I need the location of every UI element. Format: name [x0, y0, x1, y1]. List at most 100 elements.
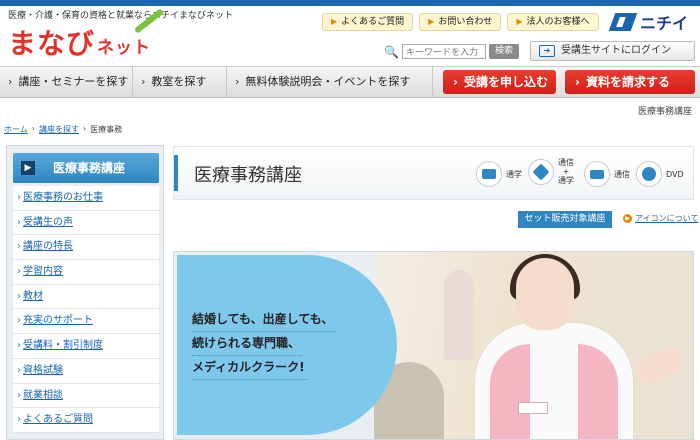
page-title: 医療事務講座 [194, 165, 302, 186]
mode-label: 通学 [506, 169, 522, 179]
mode-classroom: 通学 [476, 161, 522, 187]
search-input[interactable] [401, 44, 486, 59]
page-label: 医療事務講座 [637, 107, 692, 117]
site-logo[interactable]: まなび ネット [8, 22, 151, 62]
global-nav: › 講座・セミナーを探す › 教室を探す › 無料体験説明会・イベントを探す › 受講を… [0, 66, 700, 98]
faq-link[interactable]: ▶ よくあるご質問 [322, 13, 414, 31]
sidebar-item-support[interactable]: › 充実のサポート [13, 309, 159, 335]
chevron-right-icon: › [17, 216, 21, 228]
request-materials-label: 資料を請求する [585, 75, 670, 89]
search-button[interactable]: 検索 [488, 44, 519, 59]
arrow-right-icon: ▶ [21, 161, 35, 175]
nichii-brand-text: ニチイ [640, 14, 689, 33]
sidebar-item-label: 充実のサポート [23, 315, 93, 327]
sidebar-item-fees[interactable]: › 受講料・割引制度 [13, 334, 159, 359]
student-login-button[interactable]: ➜ 受講生サイトにログイン [530, 41, 695, 61]
hero-copy: 結婚しても、出産しても、 続けられる専門職、 メディカルクラーク! [192, 308, 336, 380]
chevron-right-icon: › [31, 124, 35, 133]
chevron-right-icon: › [575, 75, 580, 89]
sidebar-item-label: 教材 [23, 290, 43, 302]
chevron-right-icon: › [17, 241, 21, 253]
icon-about-label: アイコンについて [635, 214, 699, 223]
arrow-right-icon: ▶ [331, 17, 338, 26]
course-sidebar: ▶ 医療事務講座 › 医療事務のお仕事 › 受講生の声 › 講座の特長 › 学習内容 ›… [6, 145, 164, 440]
mode-label: 通信 [558, 158, 574, 167]
nav-item-label: 無料体験説明会・イベントを探す [245, 75, 411, 88]
arrow-right-icon: ▶ [623, 214, 632, 223]
sidebar-item-label: 就業相談 [23, 389, 63, 401]
apply-button[interactable]: › 受講を申し込む [443, 70, 556, 94]
chevron-right-icon: › [17, 315, 21, 327]
hero-person-vest [490, 344, 618, 439]
course-title-panel: 医療事務講座 通学 通信 + 通学 通信 DVD [173, 146, 694, 200]
nav-item-events[interactable]: › 無料体験説明会・イベントを探す [227, 67, 433, 97]
classroom-icon [476, 161, 502, 187]
sidebar-item-exam[interactable]: › 資格試験 [13, 358, 159, 384]
sidebar-item-curriculum[interactable]: › 学習内容 [13, 260, 159, 285]
mode-mixed: 通信 + 通学 [528, 158, 574, 185]
hero-copy-line: 続けられる専門職、 [192, 332, 303, 356]
nichii-brand-logo[interactable]: ニチイ [608, 10, 689, 34]
hero-banner: 結婚しても、出産しても、 続けられる専門職、 メディカルクラーク! [173, 251, 694, 440]
chevron-right-icon: › [17, 364, 21, 376]
set-sale-button[interactable]: セット販売対象講座 [518, 211, 612, 228]
sidebar-item-materials[interactable]: › 教材 [13, 284, 159, 310]
chevron-right-icon: › [141, 75, 146, 88]
chevron-right-icon: › [235, 75, 240, 88]
chevron-right-icon: › [82, 124, 87, 133]
sidebar-item-label: 医療事務のお仕事 [23, 192, 103, 203]
mode-correspondence: 通信 [584, 161, 630, 187]
hero-person-face [516, 258, 574, 330]
search-icon: 🔍 [384, 44, 399, 59]
chevron-right-icon: › [17, 389, 21, 401]
sidebar-item-faq[interactable]: › よくあるご質問 [13, 408, 159, 433]
sidebar-menu: › 医療事務のお仕事 › 受講生の声 › 講座の特長 › 学習内容 › 教材 › 充実のサポ… [13, 186, 159, 433]
logo-main-text: まなび [8, 27, 96, 60]
faq-link-label: よくあるご質問 [341, 17, 405, 27]
contact-link[interactable]: ▶ お問い合わせ [419, 13, 502, 31]
site-tagline: 医療・介護・保育の資格と就業ならニチイまなびネット [8, 11, 234, 21]
nav-item-classrooms[interactable]: › 教室を探す [133, 67, 227, 97]
mail-icon [584, 161, 610, 187]
contact-link-label: お問い合わせ [438, 17, 493, 27]
mode-dvd: DVD [636, 161, 684, 187]
breadcrumb: ホーム › 講座を探す › 医療事務 [4, 124, 122, 135]
login-icon: ➜ [539, 45, 555, 57]
chevron-right-icon: › [453, 75, 458, 89]
sidebar-item-label: 講座の特長 [23, 241, 73, 253]
site-search: 🔍 検索 [384, 44, 519, 59]
request-materials-button[interactable]: › 資料を請求する [565, 70, 695, 94]
breadcrumb-home[interactable]: ホーム [4, 124, 28, 135]
chevron-right-icon: › [8, 75, 13, 88]
breadcrumb-current: 医療事務 [90, 125, 123, 134]
sidebar-title-label: 医療事務講座 [53, 161, 126, 175]
chevron-right-icon: › [17, 340, 21, 352]
student-login-label: 受講生サイトにログイン [561, 45, 671, 56]
mode-mixed-label: 通信 + 通学 [558, 158, 574, 185]
top-accent-bar [0, 0, 700, 6]
sidebar-item-features[interactable]: › 講座の特長 [13, 235, 159, 261]
dvd-icon [636, 161, 662, 187]
breadcrumb-courses[interactable]: 講座を探す [39, 124, 79, 135]
nav-item-courses[interactable]: › 講座・セミナーを探す [0, 67, 133, 97]
logo-sub-text: ネット [97, 38, 152, 58]
chevron-right-icon: › [17, 192, 21, 203]
corporate-link[interactable]: ▶ 法人のお客様へ [507, 13, 599, 31]
mixed-icon [528, 158, 554, 185]
sidebar-title[interactable]: ▶ 医療事務講座 [13, 153, 159, 183]
chevron-right-icon: › [17, 414, 21, 426]
mode-label: 通学 [558, 176, 574, 185]
icon-about-link[interactable]: ▶ アイコンについて [623, 213, 698, 224]
sidebar-item-label: 学習内容 [23, 266, 63, 278]
sidebar-item-job[interactable]: › 医療事務のお仕事 [13, 186, 159, 211]
nichii-mark-icon [608, 13, 638, 31]
sidebar-item-label: 受講生の声 [23, 216, 73, 228]
sidebar-item-label: よくあるご質問 [23, 414, 93, 426]
arrow-right-icon: ▶ [516, 17, 523, 26]
sidebar-item-voices[interactable]: › 受講生の声 [13, 210, 159, 236]
mode-label: 通信 [614, 169, 630, 179]
chevron-right-icon: › [17, 290, 21, 302]
sidebar-item-career[interactable]: › 就業相談 [13, 383, 159, 409]
hero-copy-line: 結婚しても、出産しても、 [192, 308, 336, 332]
chevron-right-icon: › [17, 266, 21, 278]
